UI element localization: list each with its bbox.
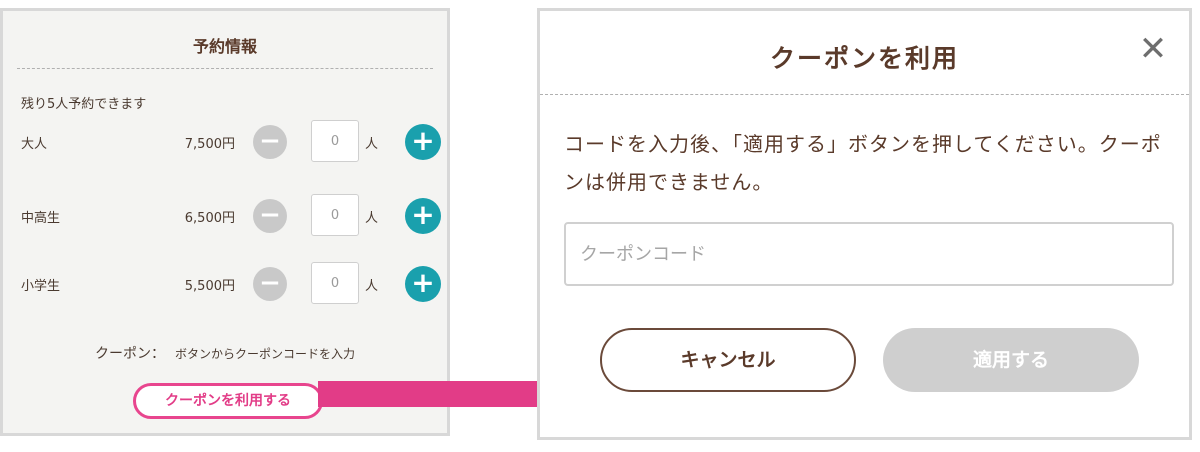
panel-title: 予約情報 [192,37,257,56]
ticket-price: 5,500円 [184,279,235,294]
modal-title: クーポンを利用 [769,44,959,73]
ticket-row-child: 小学生 5,500円 − 人 + [3,262,447,306]
plus-icon[interactable]: + [405,124,441,160]
modal-message: コードを入力後、「適用する」ボタンを押してください。クーポンは併用できません。 [564,132,1162,194]
minus-icon[interactable]: − [253,199,287,233]
coupon-label: クーポン： [94,346,165,362]
ticket-price: 7,500円 [184,137,235,152]
coupon-code-input[interactable] [564,222,1174,286]
arrow-shaft [318,381,554,407]
plus-icon[interactable]: + [405,266,441,302]
coupon-modal: クーポンを利用 ✕ コードを入力後、「適用する」ボタンを押してください。クーポン… [537,8,1192,440]
ticket-label: 大人 [21,137,48,152]
ticket-label: 中高生 [21,211,61,226]
quantity-field-junior[interactable] [311,194,359,236]
close-icon[interactable]: ✕ [1133,29,1173,69]
remaining-text: 残り5人予約できます [21,97,147,112]
minus-icon[interactable]: − [253,125,287,159]
apply-button[interactable]: 適用する [883,328,1139,392]
unit-label: 人 [365,279,379,294]
unit-label: 人 [365,211,379,226]
minus-icon[interactable]: − [253,267,287,301]
cancel-button[interactable]: キャンセル [600,328,856,392]
unit-label: 人 [365,137,379,152]
coupon-value: ボタンからクーポンコードを入力 [174,347,355,361]
quantity-field-child[interactable] [311,262,359,304]
use-coupon-button[interactable]: クーポンを利用する [133,383,323,419]
ticket-row-junior: 中高生 6,500円 − 人 + [3,194,447,238]
reservation-panel: 予約情報 残り5人予約できます 大人 7,500円 − 人 + 中高生 6,50… [0,8,450,436]
plus-icon[interactable]: + [405,198,441,234]
ticket-price: 6,500円 [184,211,235,226]
coupon-info: クーポン： ボタンからクーポンコードを入力 [3,343,447,363]
divider [17,68,433,69]
divider [540,94,1189,95]
ticket-row-adult: 大人 7,500円 − 人 + [3,120,447,164]
ticket-label: 小学生 [21,279,61,294]
quantity-field-adult[interactable] [311,120,359,162]
